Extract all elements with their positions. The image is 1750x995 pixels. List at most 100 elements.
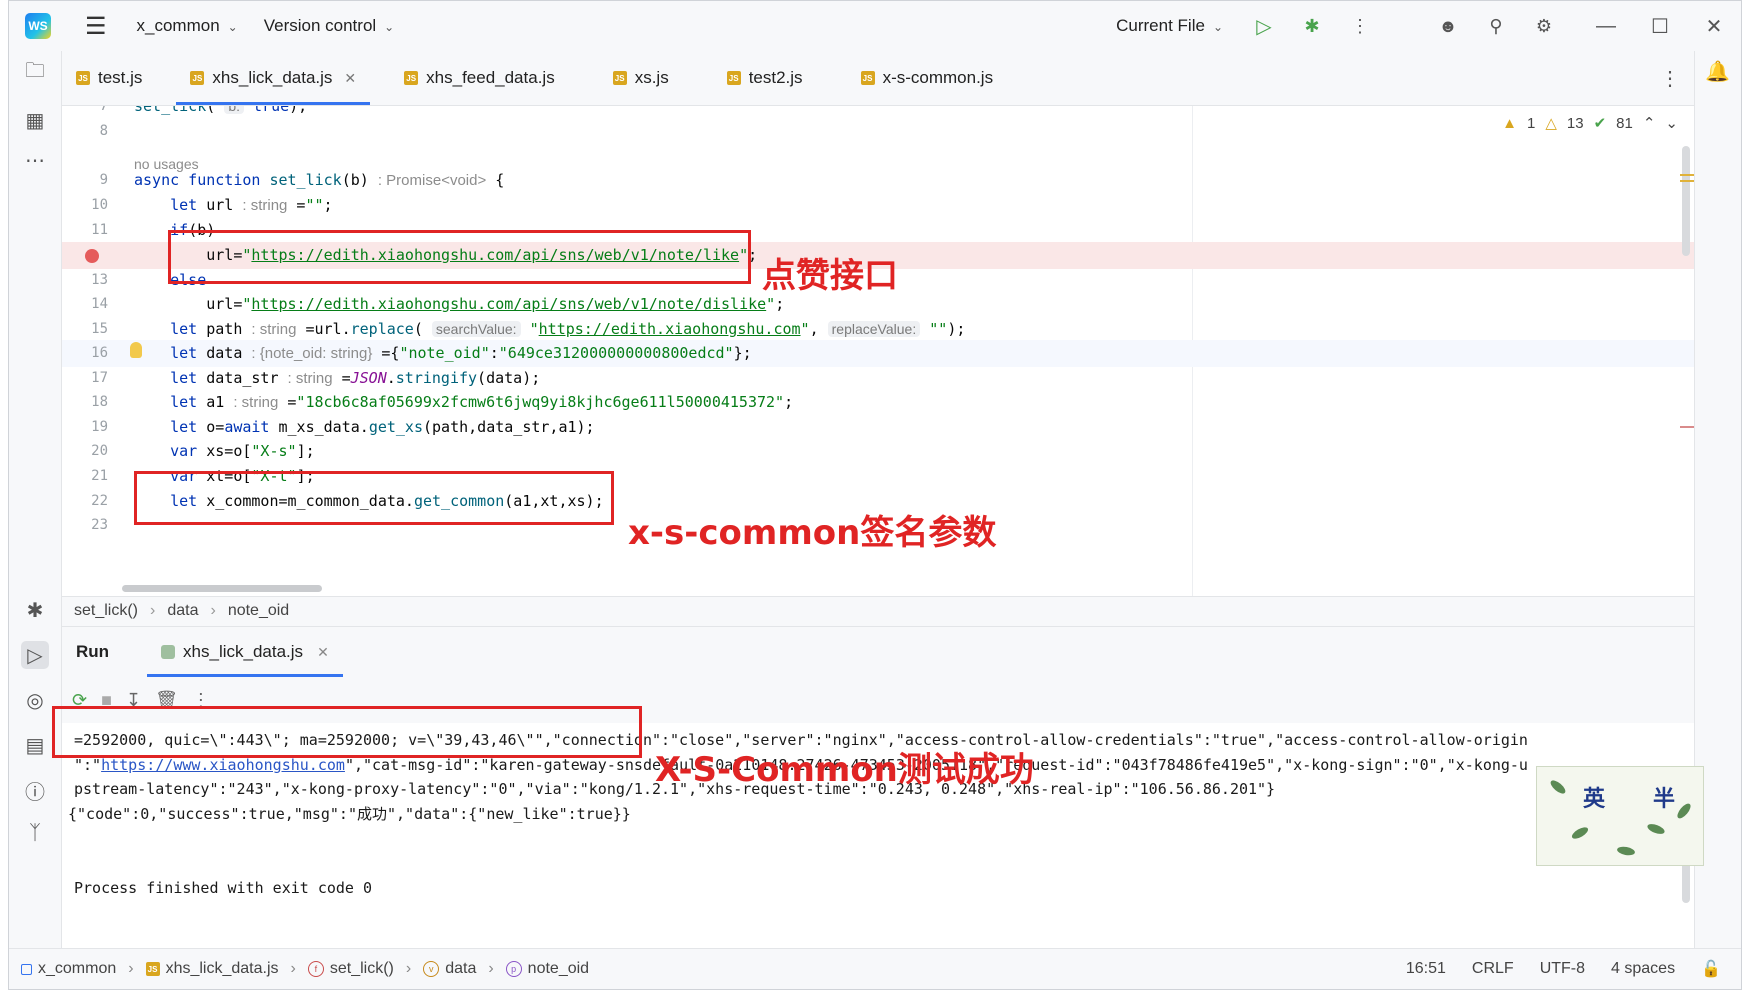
console-text: ":" (74, 756, 102, 774)
warning-marker[interactable] (1680, 174, 1694, 176)
cursor-position[interactable]: 16:51 (1406, 960, 1446, 978)
add-user-icon[interactable]: ☻ (1435, 13, 1461, 39)
project-folder-icon[interactable]: 🗀 (21, 59, 49, 87)
code-line[interactable]: 15 let path : string =url.replace( searc… (62, 316, 1694, 343)
tab-xhs-lick-data-js[interactable]: JS xhs_lick_data.js ✕ (176, 51, 370, 105)
close-tab-icon[interactable]: ✕ (344, 70, 356, 87)
problems-icon[interactable]: ⓘ (21, 776, 49, 804)
more-tools-icon[interactable]: ⋯ (21, 146, 49, 174)
inspection-widget[interactable]: ▲ 1 △ 13 ✔ 81 ⌃ ⌄ (1502, 114, 1678, 133)
run-tool-icon[interactable]: ▷ (21, 641, 49, 669)
chevron-right-icon: › (128, 960, 134, 977)
more-actions-icon[interactable]: ⋮ (1347, 13, 1373, 39)
warning-icon: ▲ (1502, 114, 1517, 132)
code-line[interactable]: 10 let url : string =""; (62, 192, 1694, 219)
file-encoding[interactable]: UTF-8 (1540, 960, 1585, 978)
status-property[interactable]: p note_oid (505, 960, 589, 978)
line-number[interactable]: 22 (62, 488, 108, 515)
tab-test2-js[interactable]: JS test2.js (713, 51, 817, 105)
status-project[interactable]: x_common (21, 960, 116, 978)
tab-test-js[interactable]: JS test.js (62, 51, 156, 105)
line-number[interactable]: 20 (62, 438, 108, 465)
run-config-selector[interactable]: Current File ⌄ (1116, 16, 1223, 36)
warning-marker[interactable] (1680, 180, 1694, 182)
debug-tool-icon[interactable]: ✱ (21, 596, 49, 624)
git-icon[interactable]: ᛉ (21, 819, 49, 847)
terminal-icon[interactable]: ▤ (21, 731, 49, 759)
main-menu-icon[interactable]: ☰ (85, 12, 107, 41)
status-variable-label: data (445, 960, 477, 977)
tab-label: test.js (98, 68, 143, 87)
breadcrumb-item[interactable]: set_lick() (74, 602, 138, 620)
function-icon: f (307, 961, 324, 977)
project-selector[interactable]: x_common ⌄ (137, 16, 238, 36)
variable-icon: v (423, 961, 440, 977)
error-marker[interactable] (1680, 426, 1694, 428)
chevron-right-icon: › (405, 960, 412, 977)
breadcrumb-item[interactable]: note_oid (228, 602, 289, 620)
code-line[interactable]: 8 (62, 118, 1694, 145)
breadcrumb-item[interactable]: data (167, 602, 198, 620)
line-number[interactable]: 11 (62, 217, 108, 244)
tabs-more-icon[interactable]: ⋮ (1660, 66, 1680, 91)
line-number[interactable]: 16 (62, 340, 108, 367)
status-file[interactable]: JS xhs_lick_data.js (145, 960, 279, 978)
code-line[interactable]: 20 var xs=o["X-s"]; (62, 438, 1694, 465)
status-bar: x_common › JS xhs_lick_data.js › f set_lic… (9, 948, 1741, 989)
code-line[interactable]: 18 let a1 : string ="18cb6c8af05699x2fcm… (62, 389, 1694, 416)
run-panel-header: Run xhs_lick_data.js ✕ (62, 626, 1694, 677)
line-number[interactable]: 10 (62, 192, 108, 219)
tab-xs-js[interactable]: JS xs.js (599, 51, 683, 105)
line-number[interactable]: 14 (62, 291, 108, 318)
editor-horizontal-scrollbar[interactable] (122, 585, 322, 592)
line-number[interactable]: 21 (62, 463, 108, 490)
line-number[interactable]: 17 (62, 365, 108, 392)
indent-setting[interactable]: 4 spaces (1611, 960, 1675, 978)
close-run-tab-icon[interactable]: ✕ (317, 644, 329, 661)
line-number[interactable]: 8 (62, 118, 108, 145)
run-icon[interactable]: ▷ (1251, 13, 1277, 39)
breakpoint-icon[interactable] (85, 249, 99, 263)
code-line[interactable]: 19 let o=await m_xs_data.get_xs(path,dat… (62, 414, 1694, 441)
status-variable[interactable]: v data (423, 960, 476, 978)
line-separator[interactable]: CRLF (1472, 960, 1514, 978)
line-number[interactable]: 13 (62, 267, 108, 294)
status-function[interactable]: f set_lick() (307, 960, 394, 978)
line-number[interactable]: 19 (62, 414, 108, 441)
title-bar: WS ☰ x_common ⌄ Version control ⌄ Current … (9, 1, 1741, 51)
warning-count: 1 (1527, 114, 1536, 132)
line-number[interactable]: 18 (62, 389, 108, 416)
lock-icon[interactable]: 🔓 (1701, 959, 1721, 979)
chevron-up-icon[interactable]: ⌃ (1643, 114, 1656, 132)
code-text: let o=await m_xs_data.get_xs(path,data_s… (170, 418, 595, 436)
debug-icon[interactable]: ✱ (1299, 13, 1325, 39)
line-number[interactable]: 15 (62, 316, 108, 343)
chevron-down-icon[interactable]: ⌄ (1665, 114, 1678, 132)
minimize-button[interactable]: — (1579, 15, 1633, 38)
services-icon[interactable]: ◎ (21, 686, 49, 714)
structure-icon[interactable]: ▦ (21, 106, 49, 134)
editor-tabs: JS test.js JS xhs_lick_data.js ✕ JS xhs_feed… (62, 51, 1694, 106)
console-result-line: {"code":0,"success":true,"msg":"成功","dat… (68, 805, 631, 823)
maximize-button[interactable]: ☐ (1633, 14, 1687, 39)
code-line[interactable]: 9 async function set_lick(b) : Promise<vo… (62, 167, 1694, 194)
module-icon (21, 963, 32, 975)
code-line[interactable]: 16 let data : {note_oid: string} ={"note… (62, 340, 1694, 367)
js-file-icon: JS (190, 71, 205, 85)
settings-gear-icon[interactable]: ⚙ (1531, 13, 1557, 39)
code-line[interactable]: 17 let data_str : string =JSON.stringify… (62, 365, 1694, 392)
js-run-icon (161, 645, 176, 659)
editor-vertical-scrollbar[interactable] (1682, 146, 1690, 256)
tab-xhs-feed-data-js[interactable]: JS xhs_feed_data.js (390, 51, 569, 105)
tab-x-s-common-js[interactable]: JS x-s-common.js (847, 51, 1008, 105)
line-number[interactable]: 9 (62, 167, 108, 194)
js-file-icon: JS (76, 71, 90, 85)
notifications-bell-icon[interactable]: 🔔 (1705, 59, 1730, 84)
line-number[interactable]: 23 (62, 512, 108, 539)
js-file-icon: JS (860, 71, 875, 85)
vcs-selector[interactable]: Version control ⌄ (264, 16, 395, 36)
search-icon[interactable]: ⚲ (1483, 13, 1509, 39)
run-tab[interactable]: xhs_lick_data.js ✕ (147, 627, 343, 677)
console-link[interactable]: https://www.xiaohongshu.com (101, 756, 345, 774)
close-window-button[interactable]: ✕ (1687, 14, 1741, 39)
